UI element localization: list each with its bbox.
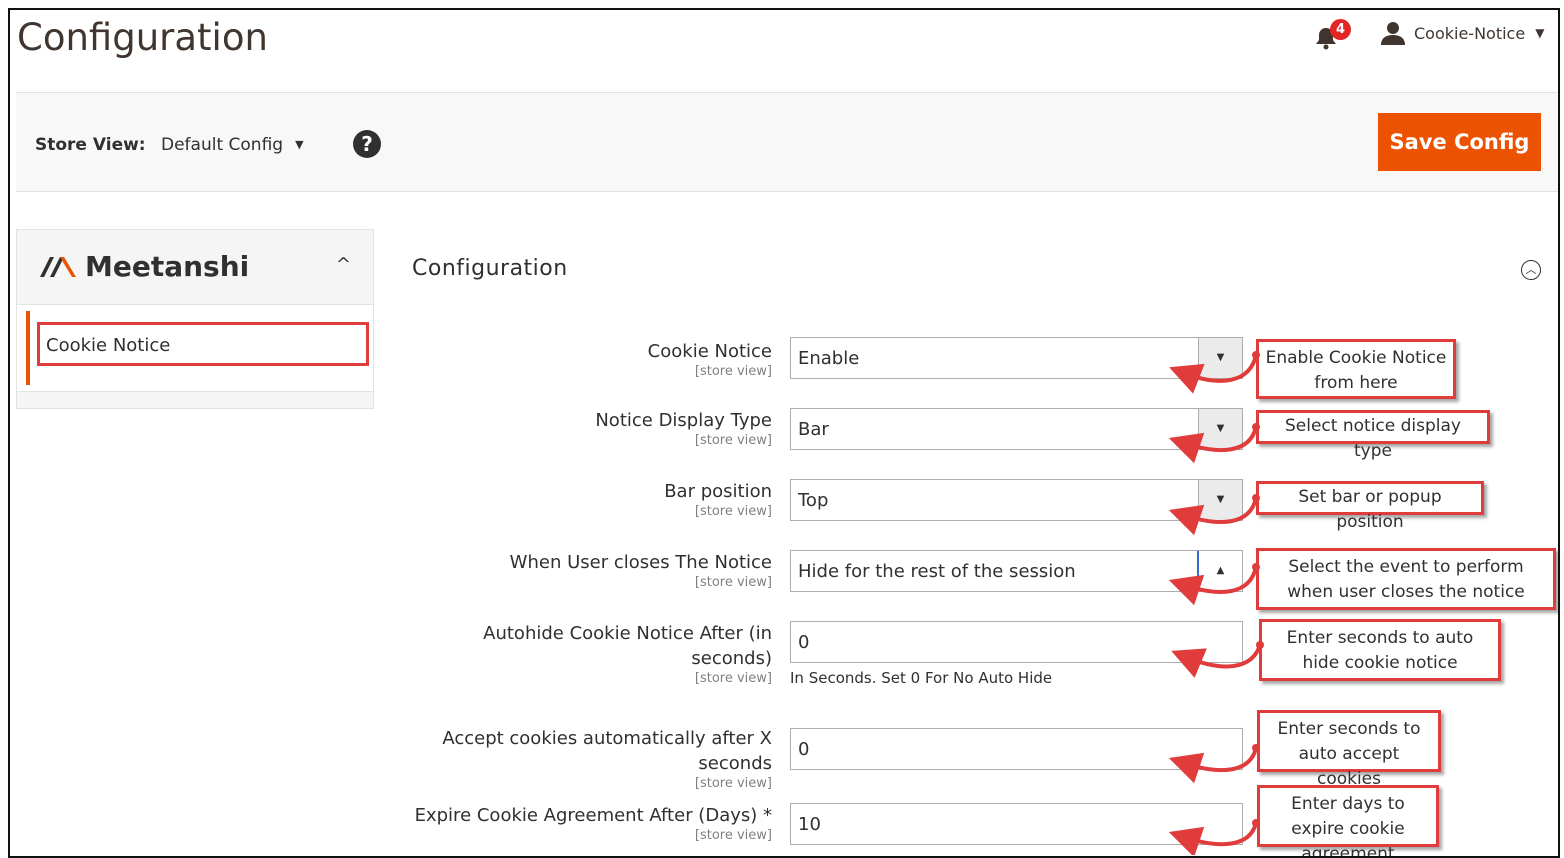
arrow-5: [1171, 644, 1262, 678]
field-label-text: Accept cookies automatically after X sec…: [442, 728, 772, 774]
store-view-switcher[interactable]: Default Config ▼: [161, 135, 304, 155]
field-label: Notice Display Type [store view]: [412, 408, 772, 448]
chevron-up-icon[interactable]: ^: [336, 254, 351, 275]
annotation-callout: Enable Cookie Notice from here: [1256, 339, 1456, 399]
arrow-1: [1169, 354, 1258, 394]
sidebar-items: Cookie Notice: [16, 305, 374, 391]
select-value: Top: [798, 490, 829, 511]
notification-badge: 4: [1330, 19, 1351, 40]
field-label-text: Cookie Notice: [647, 341, 772, 362]
brand-name: Meetanshi: [85, 250, 250, 283]
help-icon[interactable]: ?: [353, 130, 381, 158]
collapse-circle-icon[interactable]: ︿: [1521, 260, 1541, 280]
user-icon: [1381, 22, 1405, 45]
page-title: Configuration: [17, 16, 268, 59]
section-title[interactable]: Configuration: [412, 256, 568, 281]
user-menu[interactable]: Cookie-Notice ▼: [1380, 18, 1544, 48]
config-sidebar: Meetanshi ^ Cookie Notice: [16, 229, 374, 409]
annotation-callout: Select notice display type: [1256, 410, 1490, 461]
field-label: Cookie Notice [store view]: [412, 339, 772, 379]
field-scope: [store view]: [694, 575, 772, 590]
sidebar-tab-header[interactable]: Meetanshi ^: [16, 229, 374, 305]
arrow-6: [1168, 747, 1258, 784]
field-scope: [store view]: [694, 828, 772, 843]
brand-logo: Meetanshi: [39, 250, 249, 283]
annotation-arrows: [1168, 351, 1264, 855]
select-value: Hide for the rest of the session: [798, 561, 1076, 582]
field-scope: [store view]: [694, 671, 772, 686]
arrow-2: [1168, 426, 1258, 464]
field-label: Accept cookies automatically after X sec…: [412, 726, 772, 791]
arrow-3: [1168, 497, 1258, 536]
field-label-text: Notice Display Type: [595, 410, 772, 431]
field-label-text: Expire Cookie Agreement After (Days) *: [414, 805, 772, 826]
field-label-text: When User closes The Notice: [509, 552, 772, 573]
arrow-4: [1168, 566, 1258, 606]
store-view-label: Store View:: [35, 135, 146, 155]
dropdown-caret-icon: ▼: [1535, 26, 1545, 40]
field-label: Autohide Cookie Notice After (in seconds…: [412, 621, 772, 686]
field-scope: [store view]: [694, 776, 772, 791]
annotation-callout: Enter seconds to auto accept cookies: [1257, 710, 1441, 789]
dropdown-caret-icon: ▼: [295, 138, 304, 151]
sidebar-item-cookie-notice[interactable]: Cookie Notice: [37, 322, 369, 366]
field-label-text: Autohide Cookie Notice After (in seconds…: [483, 623, 772, 669]
field-note: In Seconds. Set 0 For No Auto Hide: [790, 669, 1053, 687]
annotation-callout: Select the event to perform when user cl…: [1256, 548, 1556, 610]
save-config-button[interactable]: Save Config: [1378, 113, 1541, 171]
notifications-button[interactable]: 4: [1313, 16, 1353, 52]
annotation-callout: Enter days to expire cookie agreement: [1257, 785, 1439, 856]
sidebar-footer: [16, 391, 374, 409]
field-scope: [store view]: [694, 364, 772, 379]
page-frame: Configuration 4 Cookie-Notice ▼ Store Vi…: [8, 8, 1560, 858]
user-name: Cookie-Notice: [1414, 23, 1526, 43]
annotation-callout: Set bar or popup position: [1256, 481, 1484, 532]
store-view-value: Default Config: [161, 135, 284, 155]
annotation-callout: Enter seconds to auto hide cookie notice: [1259, 619, 1501, 681]
field-label: Expire Cookie Agreement After (Days) * […: [412, 803, 772, 843]
arrow-7: [1168, 822, 1258, 855]
field-label: When User closes The Notice [store view]: [412, 550, 772, 590]
meetanshi-logo-icon: [40, 256, 76, 277]
store-view-bar: Store View: Default Config ▼ ? Save Confi…: [16, 92, 1558, 192]
select-value: Enable: [798, 348, 860, 369]
field-label: Bar position [store view]: [412, 479, 772, 519]
select-value: Bar: [798, 419, 829, 440]
field-label-text: Bar position: [664, 481, 772, 502]
field-scope: [store view]: [694, 433, 772, 448]
field-scope: [store view]: [694, 504, 772, 519]
